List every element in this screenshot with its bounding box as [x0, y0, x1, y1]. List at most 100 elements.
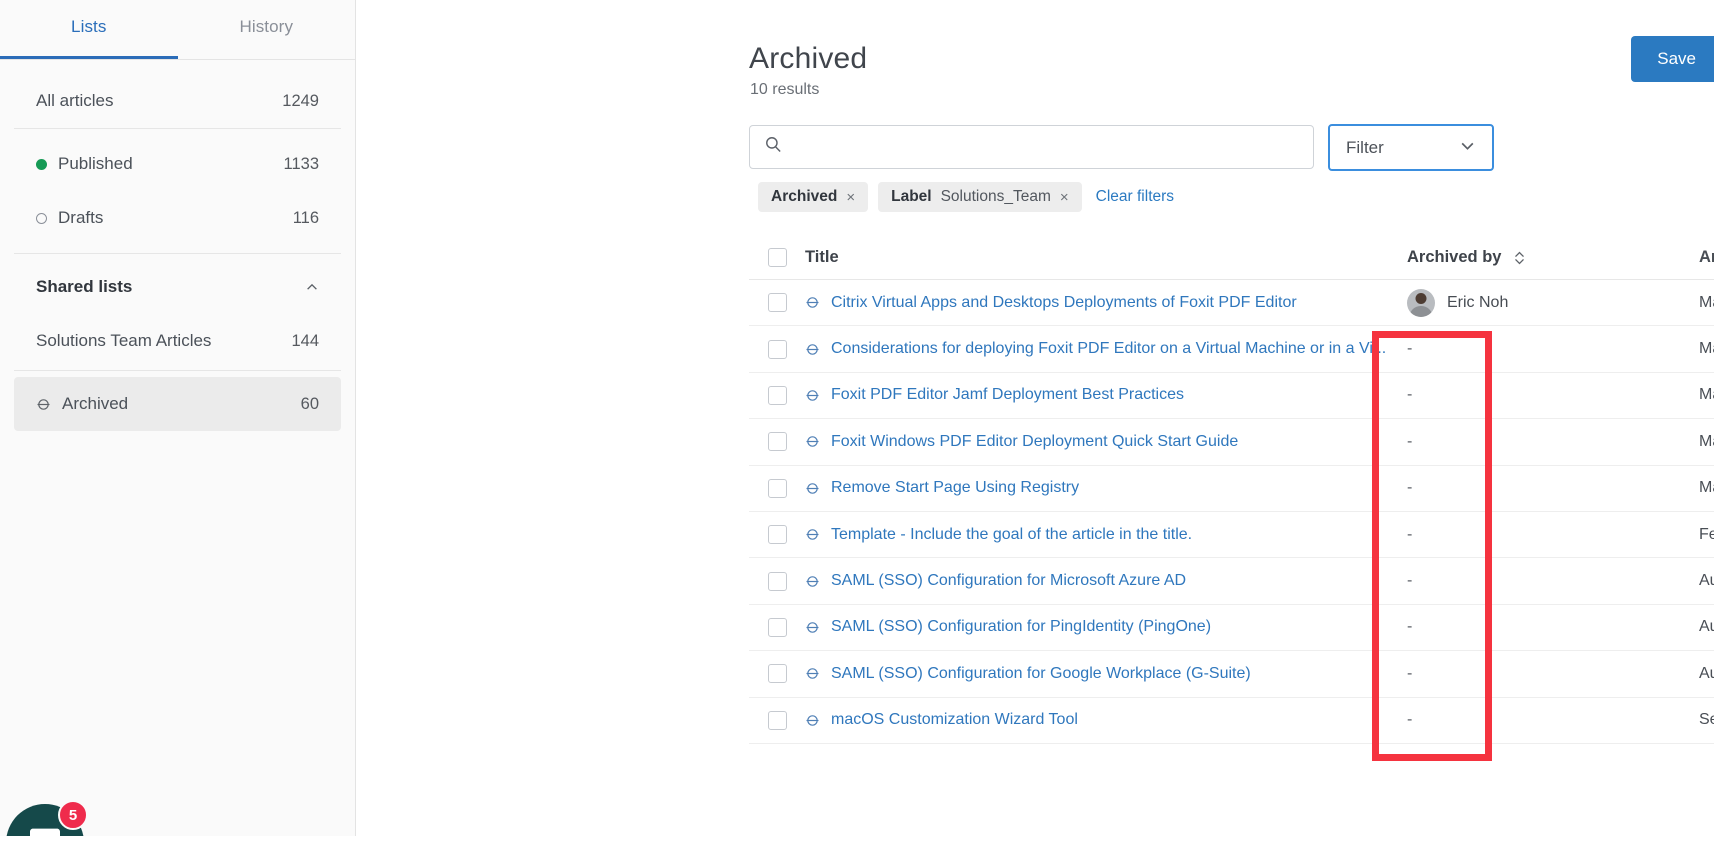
row-title-link[interactable]: Foxit Windows PDF Editor Deployment Quic… — [831, 433, 1238, 451]
search-icon — [764, 135, 783, 159]
row-title-cell: Citrix Virtual Apps and Desktops Deploym… — [805, 294, 1407, 312]
row-title-link[interactable]: Remove Start Page Using Registry — [831, 479, 1079, 497]
table-row[interactable]: Citrix Virtual Apps and Desktops Deploym… — [749, 280, 1714, 327]
row-title-link[interactable]: Citrix Virtual Apps and Desktops Deploym… — [831, 294, 1297, 312]
row-title-cell: SAML (SSO) Configuration for Google Work… — [805, 665, 1407, 683]
row-archived-date-cell: May 10, 2023 — [1699, 294, 1714, 312]
row-checkbox-cell — [749, 478, 805, 498]
archived-icon — [805, 574, 820, 589]
table-row[interactable]: SAML (SSO) Configuration for Microsoft A… — [749, 558, 1714, 605]
chevron-up-icon — [305, 280, 319, 294]
page-title: Archived — [749, 42, 868, 75]
tab-lists[interactable]: Lists — [0, 0, 178, 60]
search-box[interactable] — [749, 125, 1314, 169]
row-title-cell: Remove Start Page Using Registry — [805, 479, 1407, 497]
row-archived-date-cell: August 4, 2021 — [1699, 665, 1714, 683]
sidebar-item-drafts[interactable]: Drafts 116 — [14, 191, 341, 245]
archived-icon — [805, 527, 820, 542]
row-archived-by-empty: - — [1407, 479, 1413, 497]
table-row[interactable]: Considerations for deploying Foxit PDF E… — [749, 326, 1714, 373]
filter-dropdown[interactable]: Filter — [1328, 124, 1494, 171]
table-row[interactable]: SAML (SSO) Configuration for PingIdentit… — [749, 605, 1714, 652]
sidebar-item-archived-label: Archived — [62, 394, 129, 413]
row-title-cell: Template - Include the goal of the artic… — [805, 526, 1407, 544]
sidebar-item-solutions-team-articles[interactable]: Solutions Team Articles 144 — [14, 314, 341, 368]
sidebar-item-all-articles[interactable]: All articles 1249 — [14, 74, 341, 128]
row-checkbox[interactable] — [768, 664, 787, 684]
row-title-link[interactable]: SAML (SSO) Configuration for Google Work… — [831, 665, 1251, 683]
table-row[interactable]: macOS Customization Wizard Tool - Septembe… — [749, 698, 1714, 744]
column-header-archived[interactable]: Archived — [1699, 248, 1714, 267]
row-title-link[interactable]: Foxit PDF Editor Jamf Deployment Best Pr… — [831, 386, 1184, 404]
sidebar-list-all: All articles 1249 — [0, 74, 355, 128]
row-checkbox[interactable] — [768, 617, 787, 637]
table-row[interactable]: Remove Start Page Using Registry - March 1… — [749, 466, 1714, 512]
row-checkbox[interactable] — [768, 478, 787, 498]
sidebar-item-archived[interactable]: Archived 60 — [14, 377, 341, 431]
row-archived-by-empty: - — [1407, 572, 1413, 590]
row-title-link[interactable]: SAML (SSO) Configuration for PingIdentit… — [831, 618, 1211, 636]
filter-chip-label-remove-icon[interactable]: × — [1060, 190, 1069, 205]
row-title-link[interactable]: macOS Customization Wizard Tool — [831, 711, 1078, 729]
drafts-circle-icon — [36, 212, 47, 224]
row-archived-by-empty: - — [1407, 340, 1413, 358]
table-row[interactable]: Foxit Windows PDF Editor Deployment Quic… — [749, 419, 1714, 466]
row-archived-date: August 4, 2021 — [1699, 664, 1714, 682]
tab-lists-label: Lists — [71, 17, 107, 36]
tab-history[interactable]: History — [178, 0, 356, 60]
sidebar-divider-1 — [14, 128, 341, 129]
row-title-link[interactable]: Template - Include the goal of the artic… — [831, 526, 1192, 544]
row-checkbox[interactable] — [768, 385, 787, 405]
filter-chip-label[interactable]: Label Solutions_Team × — [878, 182, 1082, 212]
row-title-link[interactable]: SAML (SSO) Configuration for Microsoft A… — [831, 572, 1186, 590]
row-archived-by-empty: - — [1407, 432, 1413, 450]
sidebar-item-solutions-team-articles-count: 144 — [291, 331, 319, 350]
sidebar-list-archived: Archived 60 — [0, 377, 355, 431]
clear-filters-link[interactable]: Clear filters — [1096, 188, 1174, 206]
sidebar-item-archived-wrap: Archived — [36, 394, 301, 414]
row-checkbox[interactable] — [768, 339, 787, 359]
column-header-title[interactable]: Title — [805, 248, 1407, 267]
row-archived-date: March 18, 2022 — [1699, 432, 1714, 450]
filter-chip-archived-remove-icon[interactable]: × — [846, 190, 855, 205]
row-archived-by-empty: - — [1407, 525, 1413, 543]
select-all-checkbox[interactable] — [768, 248, 787, 267]
sidebar-section-shared-lists-label: Shared lists — [36, 277, 133, 296]
chevron-down-icon — [1459, 137, 1476, 159]
row-checkbox[interactable] — [768, 432, 787, 452]
table-row[interactable]: Template - Include the goal of the artic… — [749, 512, 1714, 559]
sidebar-list-shared: Shared lists Solutions Team Articles 144 — [0, 260, 355, 368]
avatar — [1407, 288, 1435, 317]
sort-chevrons-icon[interactable] — [1513, 250, 1526, 266]
chat-unread-badge: 5 — [58, 800, 88, 830]
table-row[interactable]: SAML (SSO) Configuration for Google Work… — [749, 651, 1714, 698]
row-checkbox-cell — [749, 385, 805, 405]
row-archived-date-cell: August 4, 2021 — [1699, 572, 1714, 590]
archived-icon — [805, 342, 820, 357]
archived-icon — [805, 666, 820, 681]
filter-chip-archived-key: Archived — [771, 188, 838, 205]
row-checkbox[interactable] — [768, 710, 787, 730]
sidebar-divider-2 — [14, 253, 341, 254]
sidebar-section-shared-lists[interactable]: Shared lists — [14, 260, 341, 314]
sidebar-item-drafts-wrap: Drafts — [36, 208, 293, 228]
sidebar-item-published-count: 1133 — [283, 154, 319, 173]
search-input[interactable] — [793, 138, 1299, 156]
row-archived-date: March 1, 2022 — [1699, 479, 1714, 497]
column-header-title-label: Title — [805, 248, 839, 266]
row-title-link[interactable]: Considerations for deploying Foxit PDF E… — [831, 340, 1386, 358]
table-row[interactable]: Foxit PDF Editor Jamf Deployment Best Pr… — [749, 373, 1714, 420]
row-checkbox[interactable] — [768, 293, 787, 313]
row-archived-by-cell: - — [1407, 479, 1699, 497]
sidebar-item-drafts-label: Drafts — [58, 208, 104, 227]
sidebar-item-published[interactable]: Published 1133 — [14, 137, 341, 191]
row-checkbox[interactable] — [768, 525, 787, 545]
bottom-strip — [0, 836, 1714, 860]
filter-chip-archived[interactable]: Archived × — [758, 182, 869, 212]
column-header-archived-by[interactable]: Archived by — [1407, 248, 1699, 267]
save-button[interactable]: Save — [1631, 36, 1714, 82]
archived-icon — [805, 620, 820, 635]
row-checkbox-cell — [749, 664, 805, 684]
row-checkbox[interactable] — [768, 571, 787, 591]
sidebar-item-all-articles-count: 1249 — [282, 91, 319, 110]
